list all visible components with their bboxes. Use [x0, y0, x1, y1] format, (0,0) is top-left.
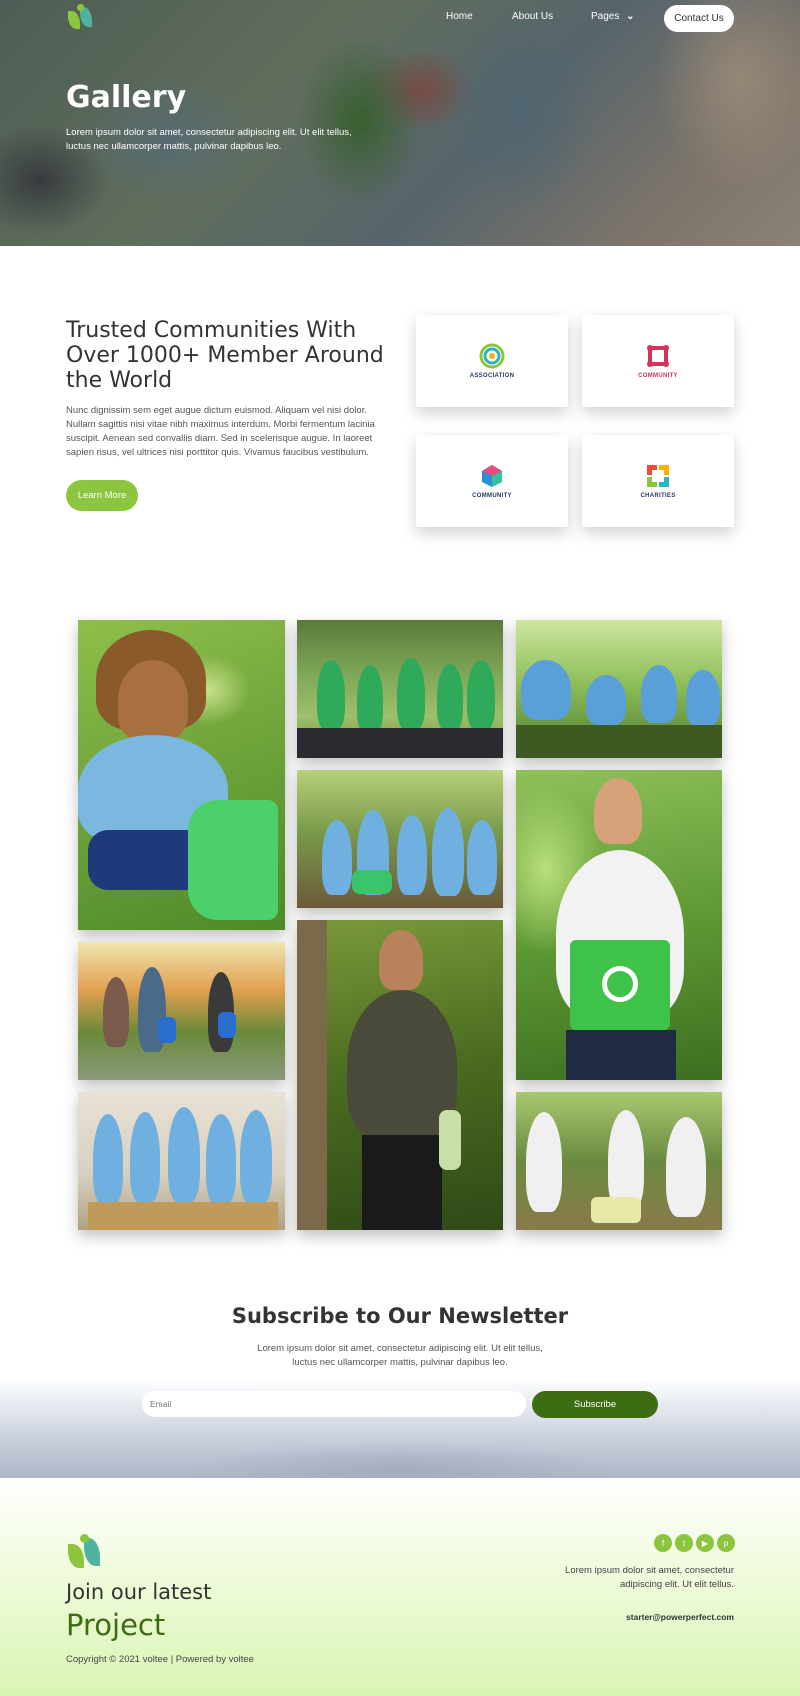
gallery-photo-green-team[interactable] — [297, 620, 503, 758]
partner-card-community-blue: COMMUNITY — [416, 435, 568, 527]
copyright-text: Copyright © 2021 voltee | Powered by vol… — [66, 1654, 254, 1665]
page-title: Gallery — [66, 80, 187, 115]
gallery-photo-volunteer-man[interactable] — [297, 920, 503, 1230]
chevron-down-icon: ⌄ — [626, 11, 635, 22]
footer-description: Lorem ipsum dolor sit amet, consectetur … — [565, 1565, 734, 1590]
partner-name: ASSOCIATION — [469, 373, 515, 379]
nav-pages-label: Pages — [591, 11, 620, 22]
subscribe-button[interactable]: Subscribe — [532, 1391, 658, 1418]
association-logo-icon — [479, 343, 505, 369]
youtube-icon[interactable]: ▶ — [696, 1534, 714, 1552]
charities-logo-icon — [647, 465, 669, 487]
partner-name: COMMUNITY — [472, 493, 512, 499]
community-logo-red-icon — [647, 345, 669, 367]
footer-join-heading: Join our latest — [66, 1580, 212, 1604]
gallery-photo-volunteer-woman[interactable] — [78, 620, 285, 930]
footer-project-heading: Project — [66, 1608, 166, 1642]
about-description: Nunc dignissim sem eget augue dictum eui… — [66, 405, 375, 458]
gallery-photo-cheering-group[interactable] — [297, 770, 503, 908]
learn-more-button[interactable]: Learn More — [66, 480, 138, 511]
site-logo-icon[interactable] — [66, 3, 96, 33]
top-navigation: Home About Us Pages ⌄ Contact Us — [0, 0, 800, 36]
email-field[interactable] — [142, 1391, 526, 1417]
partner-name: COMMUNITY — [638, 373, 678, 379]
pinterest-icon[interactable]: p — [717, 1534, 735, 1552]
nav-pages-link[interactable]: Pages ⌄ — [591, 11, 635, 22]
partner-card-charities: CHARITIES — [582, 435, 734, 527]
footer-logo-icon[interactable] — [66, 1532, 106, 1572]
facebook-icon[interactable]: f — [654, 1534, 672, 1552]
newsletter-heading: Subscribe to Our Newsletter — [231, 1304, 569, 1328]
community-logo-blue-icon — [482, 465, 502, 487]
nav-home-link[interactable]: Home — [446, 11, 473, 22]
hero-description: Lorem ipsum dolor sit amet, consectetur … — [66, 127, 352, 152]
gallery-photo-forest-cleanup[interactable] — [516, 1092, 722, 1230]
gallery-photo-volunteer-recycling[interactable] — [516, 770, 722, 1080]
newsletter-description: Lorem ipsum dolor sit amet, consectetur … — [257, 1343, 543, 1368]
gallery-photo-team-meeting[interactable] — [78, 1092, 285, 1230]
gallery-photo-planting[interactable] — [516, 620, 722, 758]
about-heading: Trusted Communities With Over 1000+ Memb… — [66, 318, 384, 393]
twitter-icon[interactable]: t — [675, 1534, 693, 1552]
partner-card-community-red: COMMUNITY — [582, 315, 734, 407]
partner-name: CHARITIES — [640, 493, 676, 499]
nav-about-link[interactable]: About Us — [512, 11, 553, 22]
contact-us-button[interactable]: Contact Us — [664, 5, 734, 32]
footer-email-link[interactable]: starter@powerperfect.com — [560, 1612, 734, 1622]
hero-banner: Home About Us Pages ⌄ Contact Us Gallery… — [0, 0, 800, 246]
gallery-photo-trail-cleanup[interactable] — [78, 942, 285, 1080]
partner-card-association: ASSOCIATION — [416, 315, 568, 407]
